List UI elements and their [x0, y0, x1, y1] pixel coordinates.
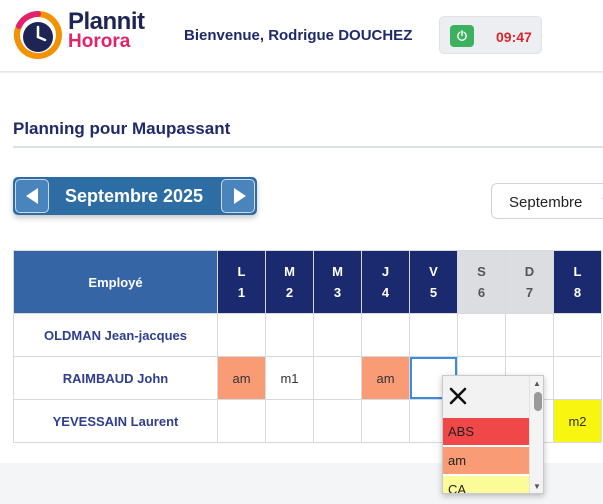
schedule-cell[interactable]: am: [217, 356, 266, 400]
shift-option-am[interactable]: am: [443, 447, 529, 474]
caret-left-icon: [26, 188, 38, 204]
caret-right-icon: [234, 188, 246, 204]
day-number: 1: [237, 285, 246, 300]
schedule-cell[interactable]: [265, 313, 314, 357]
schedule-cell[interactable]: [313, 313, 362, 357]
day-letter: S: [477, 264, 486, 279]
popup-scrollbar[interactable]: ▲ ▼: [529, 376, 543, 493]
clock-logo-icon: [14, 10, 62, 59]
shift-picker-popup: ABS am CA ▲ ▼: [442, 375, 544, 494]
schedule-cell[interactable]: m2: [553, 399, 602, 443]
day-number: 6: [477, 285, 486, 300]
scrollbar-thumb[interactable]: [534, 392, 542, 411]
day-letter: L: [573, 264, 582, 279]
day-letter: M: [284, 264, 295, 279]
shift-option-ca[interactable]: CA: [443, 476, 529, 493]
month-select[interactable]: Septembre ▼: [491, 183, 603, 219]
current-month-label: Septembre 2025: [64, 186, 204, 206]
schedule-cell[interactable]: [505, 313, 554, 357]
close-icon: [449, 387, 467, 405]
title-divider: [13, 146, 603, 148]
day-number: 2: [285, 285, 294, 300]
clock-widget: 09:47: [439, 16, 542, 54]
day-header: V5: [409, 250, 458, 314]
schedule-cell[interactable]: [361, 313, 410, 357]
schedule-cell[interactable]: [553, 356, 602, 400]
scroll-down-icon[interactable]: ▼: [533, 482, 541, 491]
schedule-cell[interactable]: [265, 399, 314, 443]
employee-name[interactable]: OLDMAN Jean-jacques: [13, 313, 218, 357]
app-header: Plannit Horora Bienvenue, Rodrigue DOUCH…: [0, 0, 603, 72]
month-navigator: Septembre 2025: [13, 177, 257, 215]
page-title: Planning pour Maupassant: [13, 119, 231, 138]
schedule-cell[interactable]: [217, 313, 266, 357]
day-number: 8: [573, 285, 582, 300]
schedule-cell[interactable]: [313, 399, 362, 443]
power-icon: [457, 30, 467, 41]
day-header: M2: [265, 250, 314, 314]
employee-column-header: Employé: [13, 250, 218, 314]
planning-header-row: Employé L1 M2 M3 J4 V5 S6 D7 L8: [13, 250, 602, 314]
day-letter: D: [524, 264, 535, 279]
day-letter: M: [332, 264, 343, 279]
schedule-cell[interactable]: [217, 399, 266, 443]
day-letter: J: [381, 264, 390, 279]
scroll-up-icon[interactable]: ▲: [533, 379, 541, 388]
day-header-weekend: S6: [457, 250, 506, 314]
day-header-weekend: D7: [505, 250, 554, 314]
day-header: M3: [313, 250, 362, 314]
schedule-cell[interactable]: [457, 313, 506, 357]
welcome-message: Bienvenue, Rodrigue DOUCHEZ: [184, 27, 413, 44]
employee-name[interactable]: RAIMBAUD John: [13, 356, 218, 400]
day-header: L1: [217, 250, 266, 314]
employee-name[interactable]: YEVESSAIN Laurent: [13, 399, 218, 443]
day-header: J4: [361, 250, 410, 314]
day-number: 4: [381, 285, 390, 300]
schedule-cell[interactable]: [409, 313, 458, 357]
next-month-button[interactable]: [221, 179, 255, 213]
clock-in-button[interactable]: [450, 25, 474, 47]
day-number: 3: [333, 285, 342, 300]
day-number: 5: [429, 285, 438, 300]
popup-close-button[interactable]: [443, 376, 529, 418]
shift-option-abs[interactable]: ABS: [443, 418, 529, 445]
logo-text-horora: Horora: [68, 31, 131, 52]
day-header: L8: [553, 250, 602, 314]
schedule-cell[interactable]: m1: [265, 356, 314, 400]
table-row: OLDMAN Jean-jacques: [13, 313, 602, 357]
clock-time: 09:47: [496, 29, 532, 45]
previous-month-button[interactable]: [15, 179, 49, 213]
schedule-cell[interactable]: [313, 356, 362, 400]
day-letter: L: [237, 264, 246, 279]
month-select-value: Septembre: [509, 194, 583, 211]
day-number: 7: [525, 285, 534, 300]
schedule-cell[interactable]: [553, 313, 602, 357]
day-letter: V: [429, 264, 438, 279]
schedule-cell[interactable]: [361, 399, 410, 443]
schedule-cell[interactable]: am: [361, 356, 410, 400]
